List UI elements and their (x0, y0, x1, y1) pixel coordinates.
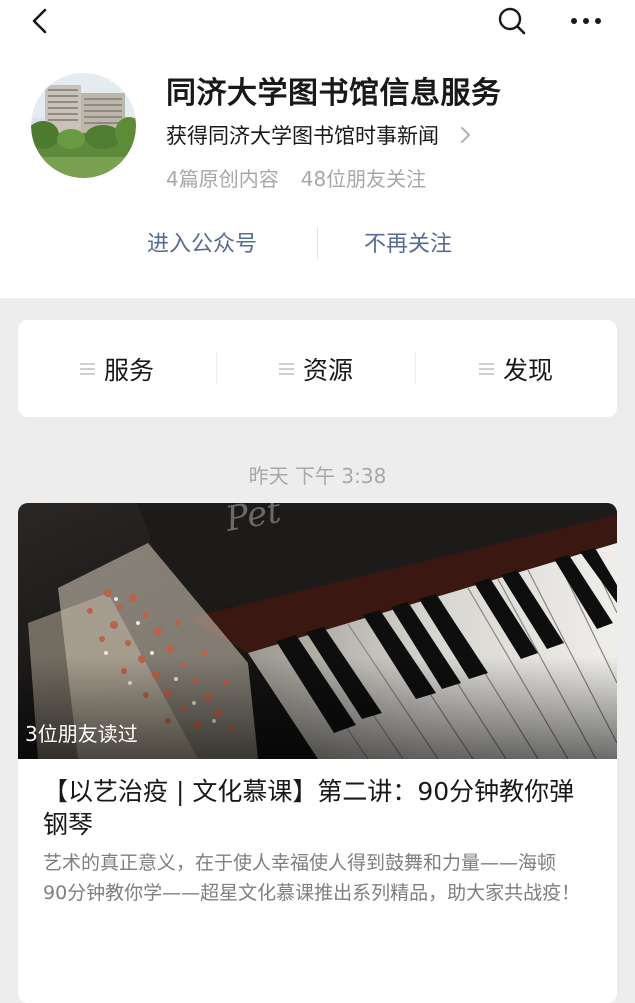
profile-header: 同济大学图书馆信息服务 获得同济大学图书馆时事新闻 4篇原创内容 48位朋友关注 … (0, 0, 635, 298)
action-divider (317, 227, 318, 259)
menu-lines-icon (279, 362, 294, 375)
more-icon[interactable] (568, 10, 604, 32)
back-icon[interactable] (26, 6, 54, 36)
account-name: 同济大学图书馆信息服务 (166, 76, 502, 111)
menu-item-resources[interactable]: 资源 (279, 320, 353, 417)
message-timestamp: 昨天 下午 3:38 (248, 464, 387, 488)
article-summary: 艺术的真正意义，在于使人幸福使人得到鼓舞和力量——海顿 90分钟教你学——超星文… (43, 848, 603, 908)
menu-lines-icon (80, 362, 95, 375)
original-count: 4篇原创内容 (166, 167, 279, 191)
unfollow-button[interactable]: 不再关注 (364, 226, 452, 258)
menu-bar: 服务 资源 发现 (18, 320, 617, 417)
account-stats: 4篇原创内容 48位朋友关注 (166, 163, 426, 192)
chevron-right-icon[interactable] (458, 124, 472, 146)
friends-read-label: 3位朋友读过 (25, 722, 138, 746)
article-title[interactable]: 【以艺治疫 | 文化慕课】第二讲：90分钟教你弹钢琴 (43, 775, 593, 841)
avatar[interactable] (31, 73, 136, 178)
menu-lines-icon (479, 362, 494, 375)
menu-item-services[interactable]: 服务 (80, 320, 154, 417)
menu-divider (216, 352, 217, 384)
menu-label: 服务 (104, 355, 155, 385)
summary-line: 艺术的真正意义，在于使人幸福使人得到鼓舞和力量——海顿 (43, 852, 557, 874)
menu-label: 发现 (503, 355, 554, 385)
article-card[interactable]: Pet (18, 503, 617, 1003)
summary-line: 90分钟教你学——超星文化慕课推出系列精品，助大家共战疫！ (43, 882, 581, 904)
follower-count: 48位朋友关注 (300, 167, 427, 191)
enter-account-button[interactable]: 进入公众号 (147, 226, 257, 258)
menu-divider (415, 352, 416, 384)
menu-label: 资源 (303, 355, 354, 385)
account-description[interactable]: 获得同济大学图书馆时事新闻 (166, 120, 439, 150)
menu-item-discover[interactable]: 发现 (479, 320, 553, 417)
search-icon[interactable] (496, 6, 528, 38)
